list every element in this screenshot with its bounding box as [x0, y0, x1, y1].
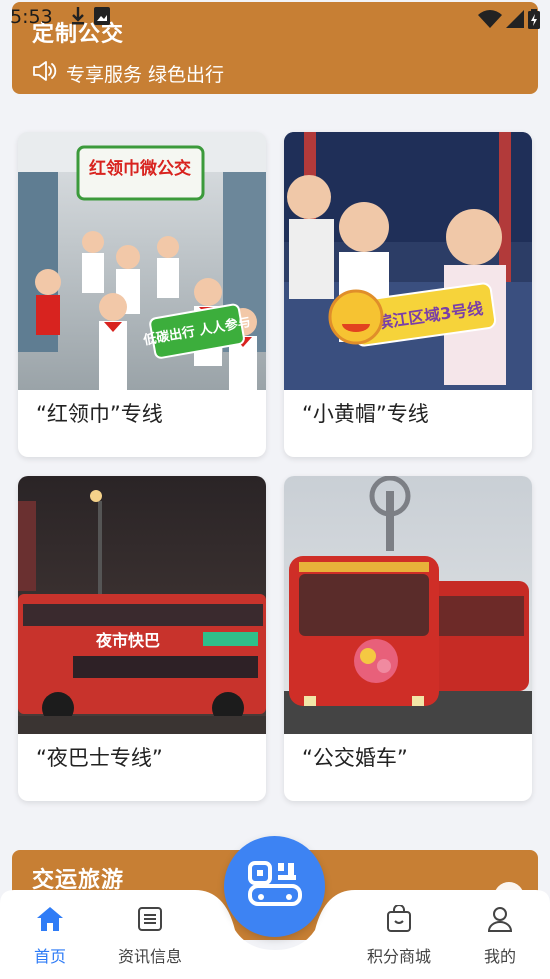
route-card-night-bus[interactable]: 夜市快巴 “夜巴士专线”: [18, 476, 266, 801]
night-bus-sign-text: 夜市快巴: [95, 631, 160, 650]
yellow-hat-bus-photo: 滨江区域3号线: [284, 132, 532, 390]
custom-bus-subtitle: 专享服务 绿色出行: [66, 64, 225, 86]
news-icon: [100, 904, 200, 934]
wifi-icon: [478, 10, 502, 33]
tab-news-label: 资讯信息: [117, 947, 182, 966]
red-scarf-sign-text: 红领巾微公交: [89, 158, 191, 179]
tab-news[interactable]: 资讯信息: [100, 904, 200, 967]
qr-bus-icon: [247, 860, 302, 913]
signal-icon: [506, 10, 524, 33]
image-icon: [94, 7, 110, 30]
speaker-icon: [32, 60, 58, 87]
red-scarf-bus-photo: 红领巾微公交 低碳出行 人人参与: [18, 132, 266, 390]
user-icon: [450, 904, 550, 934]
qr-bus-button[interactable]: [224, 836, 325, 937]
route-card-label: “公交婚车”: [302, 746, 408, 770]
tab-mall[interactable]: 积分商城: [349, 904, 449, 967]
tab-mall-label: 积分商城: [366, 947, 431, 966]
download-icon: [72, 7, 84, 30]
route-card-label: “夜巴士专线”: [36, 746, 163, 770]
route-card-yellow-hat[interactable]: 滨江区域3号线 “小黄帽”专线: [284, 132, 532, 457]
tab-home[interactable]: 首页: [0, 904, 100, 967]
tab-mine-label: 我的: [483, 947, 516, 966]
tab-home-label: 首页: [33, 947, 66, 966]
status-time: 5:53: [10, 6, 53, 28]
route-card-wedding-bus[interactable]: “公交婚车”: [284, 476, 532, 801]
home-icon: [0, 904, 100, 934]
night-bus-photo: 夜市快巴: [18, 476, 266, 734]
battery-icon: [528, 9, 540, 34]
status-bar: 5:53: [0, 0, 550, 36]
route-card-label: “小黄帽”专线: [302, 402, 429, 426]
wedding-bus-photo: [284, 476, 532, 734]
route-card-label: “红领巾”专线: [36, 402, 163, 426]
shopping-bag-icon: [349, 904, 449, 934]
tab-mine[interactable]: 我的: [450, 904, 550, 967]
route-card-red-scarf[interactable]: 红领巾微公交 低碳出行 人人参与 “红领巾”专线: [18, 132, 266, 457]
